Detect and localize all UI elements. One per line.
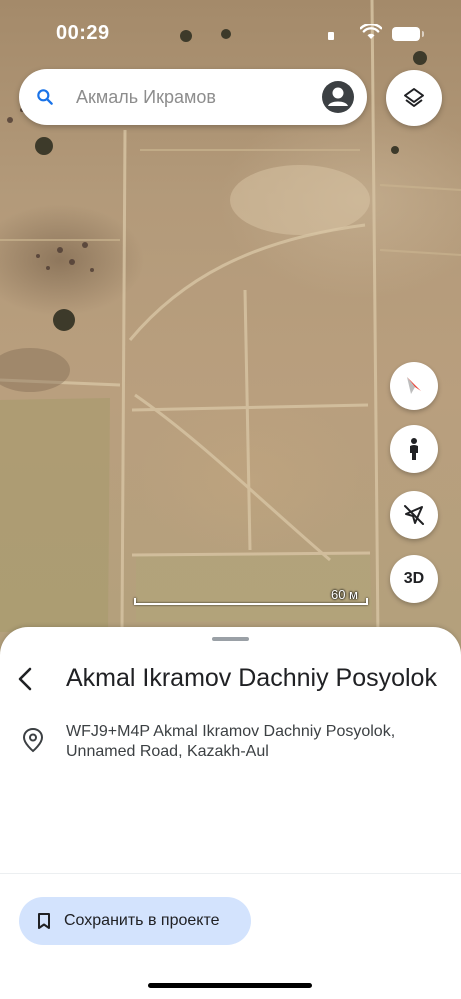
search-icon: [37, 89, 53, 105]
divider: [0, 873, 461, 874]
account-avatar-icon[interactable]: [322, 81, 354, 113]
location-pin-icon: [22, 727, 44, 753]
sheet-drag-handle[interactable]: [212, 637, 249, 641]
status-time: 00:29: [56, 22, 110, 44]
pegman-icon: [410, 438, 418, 460]
layers-icon: [404, 88, 424, 107]
save-to-project-button[interactable]: Сохранить в проекте: [19, 897, 251, 945]
place-sheet[interactable]: Akmal Ikramov Dachniy Posyolok WFJ9+M4P …: [0, 627, 461, 999]
signal-icon: [328, 32, 334, 40]
three-d-button[interactable]: 3D: [390, 555, 438, 603]
navigation-off-button[interactable]: [390, 491, 438, 539]
save-button-label: Сохранить в проекте: [64, 912, 220, 929]
place-title: Akmal Ikramov Dachniy Posyolok: [66, 664, 437, 692]
back-arrow-icon[interactable]: [14, 665, 38, 693]
search-bar[interactable]: Акмаль Икрамов: [19, 69, 367, 125]
scale-bar: 60 м: [134, 587, 368, 605]
scale-line: [134, 598, 368, 605]
wifi-icon: [360, 24, 382, 39]
street-view-button[interactable]: [390, 425, 438, 473]
compass-button[interactable]: [390, 362, 438, 410]
status-bar: 00:29: [0, 0, 461, 64]
bookmark-icon: [38, 913, 50, 929]
place-address[interactable]: WFJ9+M4P Akmal Ikramov Dachniy Posyolok,…: [66, 722, 446, 762]
compass-icon: [407, 377, 421, 394]
search-input[interactable]: Акмаль Икрамов: [76, 87, 216, 108]
home-indicator[interactable]: [148, 983, 312, 988]
navigation-off-icon: [404, 505, 424, 525]
layers-button[interactable]: [386, 70, 442, 126]
battery-icon: [392, 27, 424, 41]
